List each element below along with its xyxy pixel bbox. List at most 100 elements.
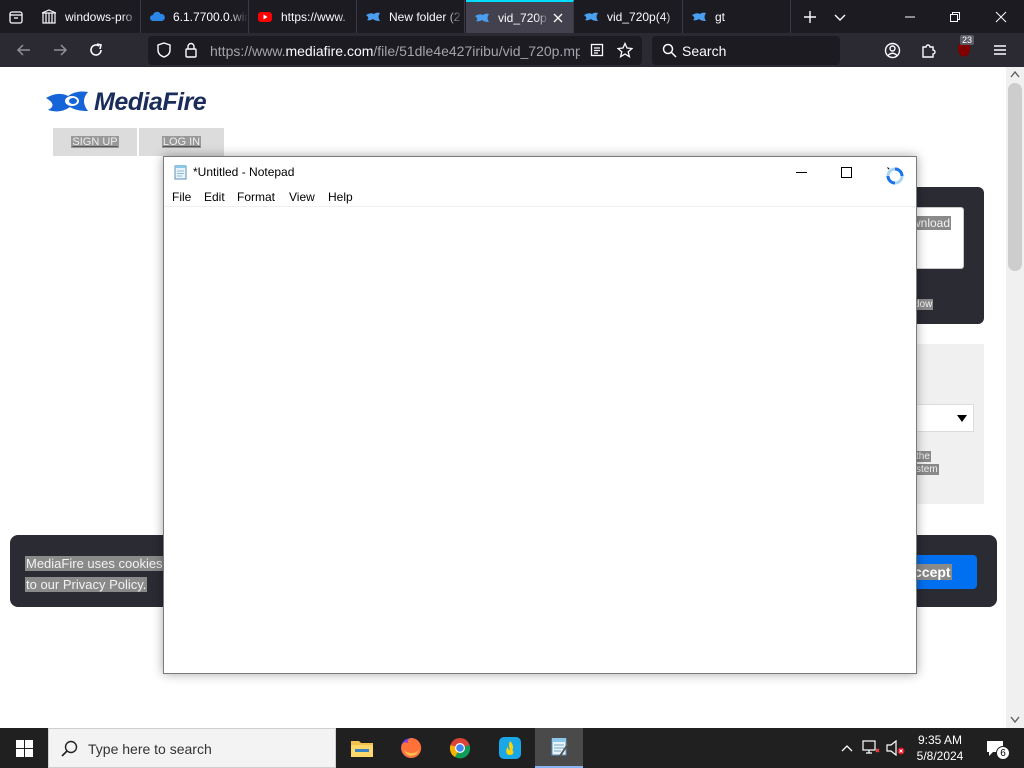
addon-badge-count: 23 (960, 35, 975, 45)
tab-label: gt (715, 9, 726, 24)
account-button[interactable] (878, 36, 906, 64)
mediafire-icon (583, 9, 599, 25)
chevron-up-icon (841, 745, 853, 752)
tab-gt[interactable]: gt (683, 0, 791, 33)
url-prefix: https://www. (210, 43, 286, 59)
mediafire-icon (474, 10, 490, 26)
taskbar-firefox[interactable] (387, 728, 435, 768)
navigation-toolbar: https://www.mediafire.com/file/51dle4e42… (0, 33, 1024, 67)
menu-edit[interactable]: Edit (204, 190, 225, 204)
address-bar[interactable]: https://www.mediafire.com/file/51dle4e42… (148, 36, 642, 65)
addon-badge-button[interactable]: 23 (950, 35, 978, 64)
menu-button[interactable] (986, 36, 1014, 64)
tab-overview-button[interactable] (2, 0, 30, 33)
url-domain: mediafire.com (285, 43, 374, 59)
option-note-line1: the (915, 451, 931, 462)
log-in-button[interactable]: LOG IN (139, 128, 224, 156)
menu-help[interactable]: Help (328, 190, 353, 204)
lock-icon (185, 42, 197, 58)
volume-button[interactable] (884, 728, 908, 768)
extensions-button[interactable] (914, 36, 942, 64)
list-tabs-button[interactable] (826, 0, 854, 33)
scroll-up-icon[interactable] (1010, 71, 1020, 78)
maximize-icon (841, 166, 852, 178)
mediafire-icon (365, 9, 381, 25)
page-scrollbar[interactable] (1006, 67, 1024, 728)
back-button[interactable] (10, 36, 38, 64)
notepad-title: *Untitled - Notepad (193, 165, 295, 179)
minimize-icon (796, 171, 807, 173)
search-icon (662, 43, 677, 58)
taskbar-search-box[interactable]: Type here to search (48, 728, 336, 768)
close-icon (553, 13, 563, 22)
reload-button[interactable] (82, 36, 110, 64)
windows-logo-icon (15, 739, 33, 757)
tab-vid-720p[interactable]: vid_720p (466, 0, 574, 33)
notepad-text-area[interactable] (164, 208, 916, 673)
clock-date: 5/8/2024 (916, 749, 964, 763)
taskbar-app[interactable] (486, 728, 534, 768)
new-tab-button[interactable] (796, 0, 824, 33)
search-icon (61, 740, 78, 757)
accept-label: ccept (913, 564, 952, 580)
taskbar-file-explorer[interactable] (338, 728, 386, 768)
search-field[interactable]: Search (652, 36, 840, 65)
notepad-minimize-button[interactable] (779, 157, 824, 187)
notepad-window: *Untitled - Notepad File Edit Format Vie… (163, 156, 917, 674)
reload-icon (90, 43, 102, 56)
url-text[interactable]: https://www.mediafire.com/file/51dle4e42… (210, 43, 580, 59)
close-tab-button[interactable] (549, 9, 567, 27)
tab-vid-720p-4[interactable]: vid_720p(4) (575, 0, 683, 33)
onedrive-cloud-icon (149, 9, 165, 25)
notepad-titlebar[interactable]: *Untitled - Notepad (164, 157, 916, 187)
puzzle-icon (921, 43, 936, 58)
tab-label: vid_720p (498, 10, 547, 25)
close-window-button[interactable] (978, 0, 1024, 33)
url-path: /file/51dle4e427iribu/vid_720p.mp4 (373, 43, 580, 59)
tab-windows-version[interactable]: 6.1.7700.0.win (141, 0, 249, 33)
plus-icon (804, 10, 816, 23)
mediafire-logo[interactable]: MediaFire (44, 87, 207, 117)
minimize-button[interactable] (888, 0, 932, 33)
sign-up-button[interactable]: SIGN UP (53, 128, 137, 156)
option-note-line2: stem (915, 464, 939, 475)
tab-label: vid_720p(4) (607, 9, 671, 24)
taskbar-search-placeholder: Type here to search (88, 741, 212, 757)
restore-icon (950, 11, 960, 22)
privacy-policy-link[interactable]: to our Privacy Policy. (25, 577, 148, 592)
bookmark-star-icon[interactable] (617, 42, 633, 58)
tab-new-folder[interactable]: New folder (2 (357, 0, 465, 33)
cookie-text-line1: MediaFire uses cookies (25, 556, 164, 571)
shield-icon (157, 42, 171, 58)
tab-windows-pro[interactable]: windows-pro (33, 0, 141, 33)
reader-view-icon[interactable] (590, 43, 604, 57)
notepad-maximize-button[interactable] (824, 157, 869, 187)
network-status-button[interactable] (860, 728, 882, 768)
taskbar-chrome[interactable] (436, 728, 484, 768)
tray-overflow-button[interactable] (838, 728, 856, 768)
menu-format[interactable]: Format (237, 190, 275, 204)
scrollbar-thumb[interactable] (1008, 83, 1022, 271)
taskbar-clock[interactable]: 9:35 AM 5/8/2024 (912, 732, 968, 764)
tab-youtube[interactable]: https://www. (249, 0, 357, 33)
restore-button[interactable] (933, 0, 977, 33)
menu-view[interactable]: View (289, 190, 315, 204)
forward-button[interactable] (46, 36, 74, 64)
search-placeholder: Search (682, 43, 727, 59)
notepad-menubar: File Edit Format View Help (164, 187, 916, 207)
mediafire-flame-icon (46, 91, 88, 112)
tab-label: https://www. (281, 9, 346, 24)
sign-up-label: SIGN UP (71, 136, 119, 148)
notification-center-button[interactable]: 6 (978, 728, 1012, 768)
menu-file[interactable]: File (172, 190, 191, 204)
notepad-icon (551, 738, 569, 757)
chrome-icon (449, 738, 471, 759)
notepad-close-button[interactable] (870, 157, 915, 187)
mediafire-icon (691, 9, 707, 25)
download-label: wnload (911, 216, 952, 230)
tab-label: windows-pro (65, 9, 133, 24)
taskbar-notepad[interactable] (535, 728, 583, 768)
scroll-down-icon[interactable] (1010, 716, 1020, 723)
start-button[interactable] (0, 728, 48, 768)
volume-muted-icon (886, 740, 905, 756)
